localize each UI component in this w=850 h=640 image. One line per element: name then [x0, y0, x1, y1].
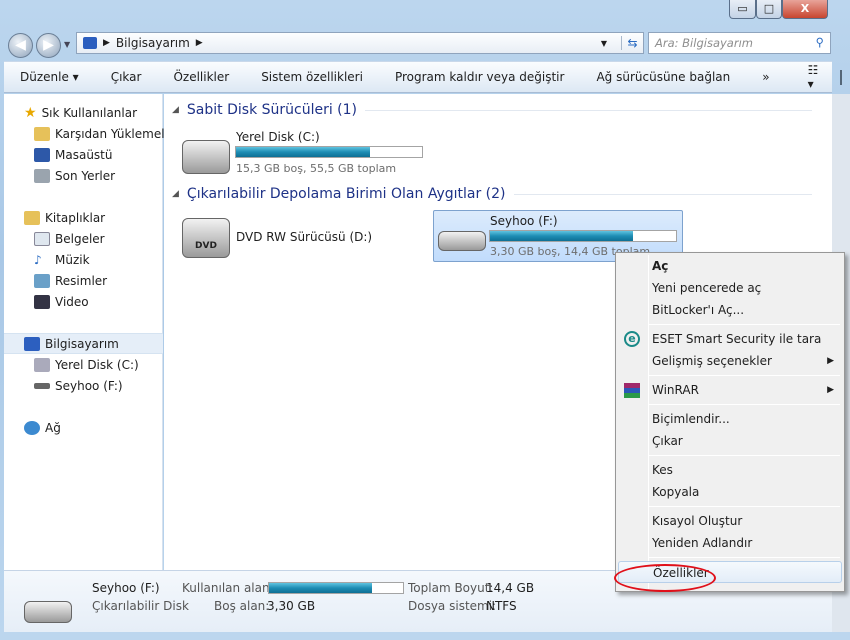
- search-icon: ⚲: [815, 35, 824, 49]
- free-space-label: Boş alan:: [214, 599, 270, 613]
- breadcrumb-arrow-icon: ▶: [103, 38, 110, 48]
- menu-separator: [648, 557, 840, 558]
- music-icon: ♪: [34, 252, 42, 267]
- menu-bitlocker[interactable]: BitLocker'ı Aç...: [618, 299, 842, 321]
- refresh-icon[interactable]: ⇆: [621, 36, 643, 50]
- nav-favorites[interactable]: ★ Sık Kullanılanlar: [24, 102, 183, 123]
- eset-icon: e: [624, 331, 640, 347]
- address-dropdown-icon[interactable]: ▼: [601, 39, 615, 48]
- address-bar[interactable]: ▶ Bilgisayarım ▶ ▼ ⇆: [76, 32, 644, 54]
- pictures-icon: [34, 273, 50, 288]
- menu-copy[interactable]: Kopyala: [618, 481, 842, 503]
- drive-d-name: DVD RW Sürücüsü (D:): [236, 230, 373, 244]
- more-commands-button[interactable]: »: [762, 70, 785, 84]
- menu-separator: [648, 375, 840, 376]
- system-properties-button[interactable]: Sistem özellikleri: [261, 70, 379, 84]
- drive-c-usage-bar: [235, 146, 423, 158]
- eject-button[interactable]: Çıkar: [111, 70, 158, 84]
- winrar-icon: [624, 383, 640, 398]
- drive-c-name: Yerel Disk (C:): [236, 130, 320, 144]
- menu-cut[interactable]: Kes: [618, 459, 842, 481]
- group-header-removable[interactable]: ◢ Çıkarılabilir Depolama Birimi Olan Aygı…: [172, 186, 812, 202]
- submenu-arrow-icon: ▶: [827, 385, 834, 395]
- map-network-drive-button[interactable]: Ağ sürücüsüne bağlan: [596, 70, 746, 84]
- drive-f-usage-bar: [489, 230, 677, 242]
- hard-disk-icon: [34, 357, 50, 372]
- recent-pages-dropdown[interactable]: ▼: [64, 40, 70, 49]
- command-bar: Düzenle ▾ Çıkar Özellikler Sistem özelli…: [4, 61, 843, 93]
- nav-libraries[interactable]: Kitaplıklar: [24, 207, 183, 228]
- recent-places-icon: [34, 168, 50, 183]
- usb-drive-icon: [34, 382, 50, 389]
- properties-button[interactable]: Özellikler: [173, 70, 245, 84]
- video-icon: [34, 294, 50, 309]
- breadcrumb-arrow-icon: ▶: [195, 38, 203, 48]
- documents-icon: [34, 231, 50, 246]
- details-type: Çıkarılabilir Disk: [92, 599, 189, 613]
- menu-rename[interactable]: Yeniden Adlandır: [618, 532, 842, 554]
- red-highlight-circle: [614, 564, 716, 592]
- total-size-label: Toplam Boyut:: [408, 581, 494, 595]
- nav-computer[interactable]: Bilgisayarım: [4, 333, 163, 354]
- file-system-value: NTFS: [486, 599, 517, 613]
- free-space-value: 3,30 GB: [267, 599, 316, 613]
- used-space-label: Kullanılan alan:: [182, 581, 274, 595]
- libraries-icon: [24, 210, 40, 225]
- details-usage-fill: [269, 583, 373, 593]
- computer-icon: [83, 37, 97, 49]
- breadcrumb-computer[interactable]: Bilgisayarım: [116, 36, 190, 50]
- search-input[interactable]: Ara: Bilgisayarım ⚲: [648, 32, 831, 54]
- drive-c-info: 15,3 GB boş, 55,5 GB toplam: [236, 162, 397, 175]
- computer-icon: [24, 336, 40, 351]
- drive-f-name: Seyhoo (F:): [490, 214, 558, 228]
- search-placeholder: Ara: Bilgisayarım: [655, 36, 753, 50]
- menu-create-shortcut[interactable]: Kısayol Oluştur: [618, 510, 842, 532]
- folder-icon: [34, 126, 50, 141]
- desktop-icon: [34, 147, 50, 162]
- menu-eset-scan[interactable]: e ESET Smart Security ile tara: [618, 328, 842, 350]
- view-options-icon[interactable]: ☷ ▾: [808, 63, 819, 91]
- menu-separator: [648, 506, 840, 507]
- uninstall-program-button[interactable]: Program kaldır veya değiştir: [395, 70, 581, 84]
- menu-separator: [648, 404, 840, 405]
- nav-network[interactable]: Ağ: [24, 417, 183, 438]
- details-name: Seyhoo (F:): [92, 581, 160, 595]
- file-system-label: Dosya sistemi:: [408, 599, 497, 613]
- organize-button[interactable]: Düzenle ▾: [20, 70, 95, 84]
- drive-c-usage-fill: [236, 147, 370, 157]
- back-button[interactable]: ◀: [8, 33, 33, 58]
- total-size-value: 14,4 GB: [486, 581, 535, 595]
- drive-f-usage-fill: [490, 231, 634, 241]
- star-icon: ★: [24, 104, 37, 121]
- menu-open-new-window[interactable]: Yeni pencerede aç: [618, 277, 842, 299]
- menu-eject[interactable]: Çıkar: [618, 430, 842, 452]
- minimize-button[interactable]: ▭: [729, 0, 756, 19]
- details-usage-bar: [268, 582, 404, 594]
- menu-open[interactable]: Aç: [618, 255, 842, 277]
- forward-button[interactable]: ▶: [36, 33, 61, 58]
- context-menu: Aç Yeni pencerede aç BitLocker'ı Aç... e…: [615, 252, 845, 592]
- menu-winrar[interactable]: WinRAR ▶: [618, 379, 842, 401]
- close-button[interactable]: X: [782, 0, 828, 19]
- drive-c[interactable]: Yerel Disk (C:) 15,3 GB boş, 55,5 GB top…: [182, 128, 432, 176]
- navigation-pane: ★ Sık Kullanılanlar Karşıdan Yüklemeler M…: [4, 94, 177, 570]
- menu-separator: [648, 455, 840, 456]
- usb-drive-icon: [24, 601, 72, 623]
- preview-pane-icon[interactable]: [840, 69, 843, 85]
- group-header-hard-disks[interactable]: ◢ Sabit Disk Sürücüleri (1): [172, 102, 812, 118]
- submenu-arrow-icon: ▶: [827, 356, 834, 366]
- hard-disk-icon: [182, 140, 230, 174]
- dvd-drive-icon: DVD: [182, 218, 230, 258]
- menu-format[interactable]: Biçimlendir...: [618, 408, 842, 430]
- maximize-button[interactable]: □: [756, 0, 782, 19]
- network-icon: [24, 420, 40, 435]
- menu-separator: [648, 324, 840, 325]
- drive-d[interactable]: DVD DVD RW Sürücüsü (D:): [182, 212, 412, 260]
- menu-advanced-options[interactable]: Gelişmiş seçenekler ▶: [618, 350, 842, 372]
- usb-drive-icon: [438, 231, 486, 251]
